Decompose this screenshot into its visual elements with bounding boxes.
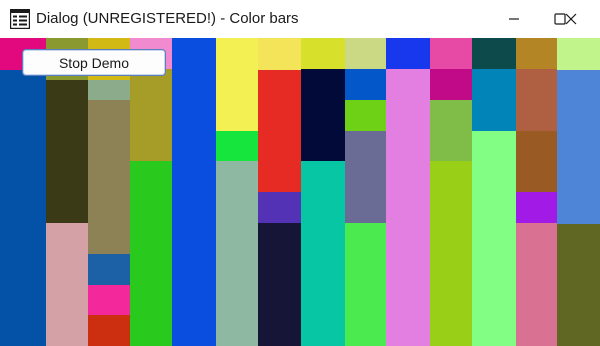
color-block bbox=[130, 69, 172, 161]
color-block bbox=[430, 69, 472, 100]
color-block bbox=[301, 69, 345, 161]
color-block bbox=[516, 131, 557, 192]
color-block bbox=[258, 70, 301, 192]
color-block bbox=[345, 131, 386, 223]
color-block bbox=[46, 223, 88, 346]
stop-demo-button[interactable]: Stop Demo bbox=[22, 49, 166, 76]
color-bars-canvas bbox=[0, 38, 600, 346]
color-block bbox=[88, 100, 130, 254]
minimize-button[interactable] bbox=[491, 0, 537, 38]
title-bar[interactable]: Dialog (UNREGISTERED!) - Color bars bbox=[0, 0, 600, 38]
color-block bbox=[345, 38, 386, 69]
color-block bbox=[472, 38, 516, 69]
close-icon bbox=[565, 13, 577, 25]
color-block bbox=[557, 224, 600, 346]
color-block bbox=[0, 70, 46, 346]
color-block bbox=[516, 69, 557, 131]
color-block bbox=[516, 223, 557, 346]
color-block bbox=[258, 223, 301, 346]
color-block bbox=[130, 161, 172, 346]
color-block bbox=[46, 80, 88, 223]
color-block bbox=[301, 161, 345, 346]
color-block bbox=[216, 38, 258, 131]
close-button[interactable] bbox=[548, 0, 594, 38]
color-block bbox=[557, 38, 600, 70]
color-block bbox=[172, 38, 216, 346]
color-block bbox=[516, 192, 557, 223]
color-block bbox=[345, 223, 386, 346]
color-block bbox=[216, 131, 258, 161]
color-block bbox=[557, 70, 600, 224]
dialog-window: Dialog (UNREGISTERED!) - Color bars Stop… bbox=[0, 0, 600, 346]
color-block bbox=[345, 100, 386, 131]
color-block bbox=[472, 131, 516, 346]
color-block bbox=[88, 254, 130, 285]
color-block bbox=[386, 38, 430, 69]
color-block bbox=[88, 80, 130, 100]
color-block bbox=[516, 38, 557, 69]
dialog-app-icon bbox=[9, 8, 31, 30]
color-block bbox=[258, 38, 301, 70]
color-block bbox=[386, 69, 430, 346]
color-block bbox=[88, 285, 130, 315]
color-block bbox=[345, 69, 386, 100]
color-block bbox=[472, 69, 516, 131]
color-block bbox=[258, 192, 301, 223]
color-block bbox=[430, 161, 472, 346]
color-block bbox=[301, 38, 345, 69]
minimize-icon bbox=[508, 13, 520, 25]
color-block bbox=[430, 100, 472, 161]
window-title: Dialog (UNREGISTERED!) - Color bars bbox=[36, 10, 299, 27]
color-block bbox=[430, 38, 472, 69]
color-block bbox=[216, 161, 258, 346]
color-block bbox=[88, 315, 130, 346]
